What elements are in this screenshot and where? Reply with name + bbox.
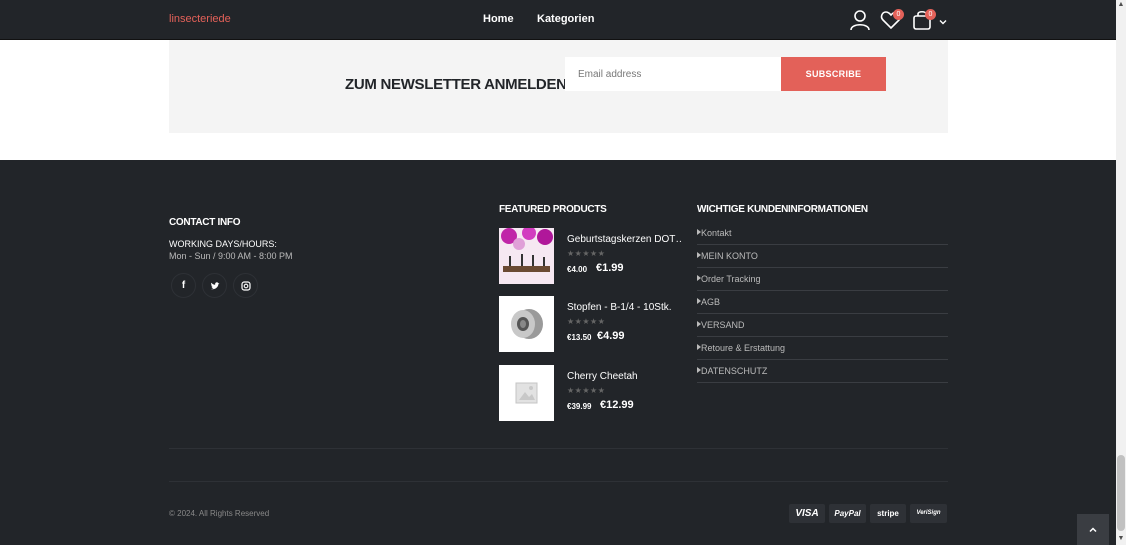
twitter-icon[interactable] [202, 273, 227, 298]
product-price: €4.99 [597, 330, 625, 342]
working-hours-value: Mon - Sun / 9:00 AM - 8:00 PM [169, 251, 293, 261]
footer-divider [169, 448, 948, 449]
info-link-label: AGB [701, 297, 721, 307]
info-link-label: Kontakt [701, 228, 732, 238]
info-link-label: DATENSCHUTZ [701, 366, 768, 376]
working-hours-label: WORKING DAYS/HOURS: [169, 239, 277, 249]
featured-product-2[interactable]: Stopfen - B-1/4 - 10Stk. ★★★★★ €13.50 €4… [499, 296, 689, 352]
chevron-up-icon [1089, 527, 1097, 533]
product-image[interactable] [499, 296, 554, 352]
cart-count-badge: 0 [925, 9, 936, 20]
scroll-down-arrow-icon[interactable]: ▼ [1117, 535, 1125, 542]
info-link-label: Order Tracking [701, 274, 761, 284]
info-link-versand[interactable]: VERSAND [697, 314, 948, 337]
product-image[interactable] [499, 228, 554, 284]
verisign-icon: VeriSign [910, 504, 947, 523]
facebook-icon[interactable]: f [171, 273, 196, 298]
product-old-price: €4.00 [567, 265, 588, 274]
stripe-icon: stripe [870, 504, 906, 523]
product-name[interactable]: Geburtstagskerzen DOT… [567, 234, 681, 245]
info-link-agb[interactable]: AGB [697, 291, 948, 314]
info-link-datenschutz[interactable]: DATENSCHUTZ [697, 360, 948, 383]
info-link-label: VERSAND [701, 320, 745, 330]
kundeninformationen-title: WICHTIGE KUNDENINFORMATIONEN [697, 204, 868, 215]
featured-product-3[interactable]: Cherry Cheetah ★★★★★ €39.99 €12.99 [499, 365, 689, 421]
info-link-label: Retoure & Erstattung [701, 343, 786, 353]
wishlist-count-badge: 0 [893, 9, 904, 20]
scroll-up-arrow-icon[interactable]: ▲ [1117, 1, 1125, 8]
product-old-price: €39.99 [567, 402, 592, 411]
info-link-order-tracking[interactable]: Order Tracking [697, 268, 948, 291]
product-image-placeholder[interactable] [499, 365, 554, 421]
paypal-icon: PayPal [829, 504, 866, 523]
rating-stars: ★★★★★ [567, 317, 606, 326]
featured-product-1[interactable]: Geburtstagskerzen DOT… ★★★★★ €4.00 €1.99 [499, 228, 689, 284]
rating-stars: ★★★★★ [567, 249, 606, 258]
instagram-icon[interactable] [233, 273, 258, 298]
info-link-retoure[interactable]: Retoure & Erstattung [697, 337, 948, 360]
info-link-kontakt[interactable]: Kontakt [697, 222, 948, 245]
newsletter-title: ZUM NEWSLETTER ANMELDEN [345, 76, 567, 93]
subscribe-button[interactable]: SUBSCRIBE [781, 57, 886, 91]
product-price: €1.99 [596, 262, 624, 274]
contact-info-title: CONTACT INFO [169, 217, 241, 228]
rating-stars: ★★★★★ [567, 386, 606, 395]
newsletter-box: ZUM NEWSLETTER ANMELDEN SUBSCRIBE [169, 40, 948, 133]
footer-divider [169, 481, 948, 482]
featured-products-title: FEATURED PRODUCTS [499, 204, 607, 215]
nav-kategorien[interactable]: Kategorien [537, 13, 594, 25]
scrollbar-thumb[interactable] [1117, 455, 1125, 531]
chevron-down-icon[interactable] [938, 14, 948, 25]
scroll-to-top-button[interactable] [1077, 514, 1109, 545]
nav-home[interactable]: Home [483, 13, 514, 25]
product-price: €12.99 [600, 399, 634, 411]
user-icon[interactable] [849, 9, 871, 31]
product-name[interactable]: Stopfen - B-1/4 - 10Stk. [567, 302, 681, 313]
info-link-mein-konto[interactable]: MEIN KONTO [697, 245, 948, 268]
info-link-label: MEIN KONTO [701, 251, 758, 261]
site-header: linsecteriede Home Kategorien 0 0 [0, 0, 1116, 40]
product-name[interactable]: Cherry Cheetah [567, 371, 681, 382]
newsletter-email-input[interactable] [565, 57, 781, 91]
visa-icon: VISA [789, 504, 825, 523]
site-logo[interactable]: linsecteriede [169, 13, 231, 25]
copyright-text: © 2024. All Rights Reserved [169, 509, 270, 518]
product-old-price: €13.50 [567, 333, 592, 342]
